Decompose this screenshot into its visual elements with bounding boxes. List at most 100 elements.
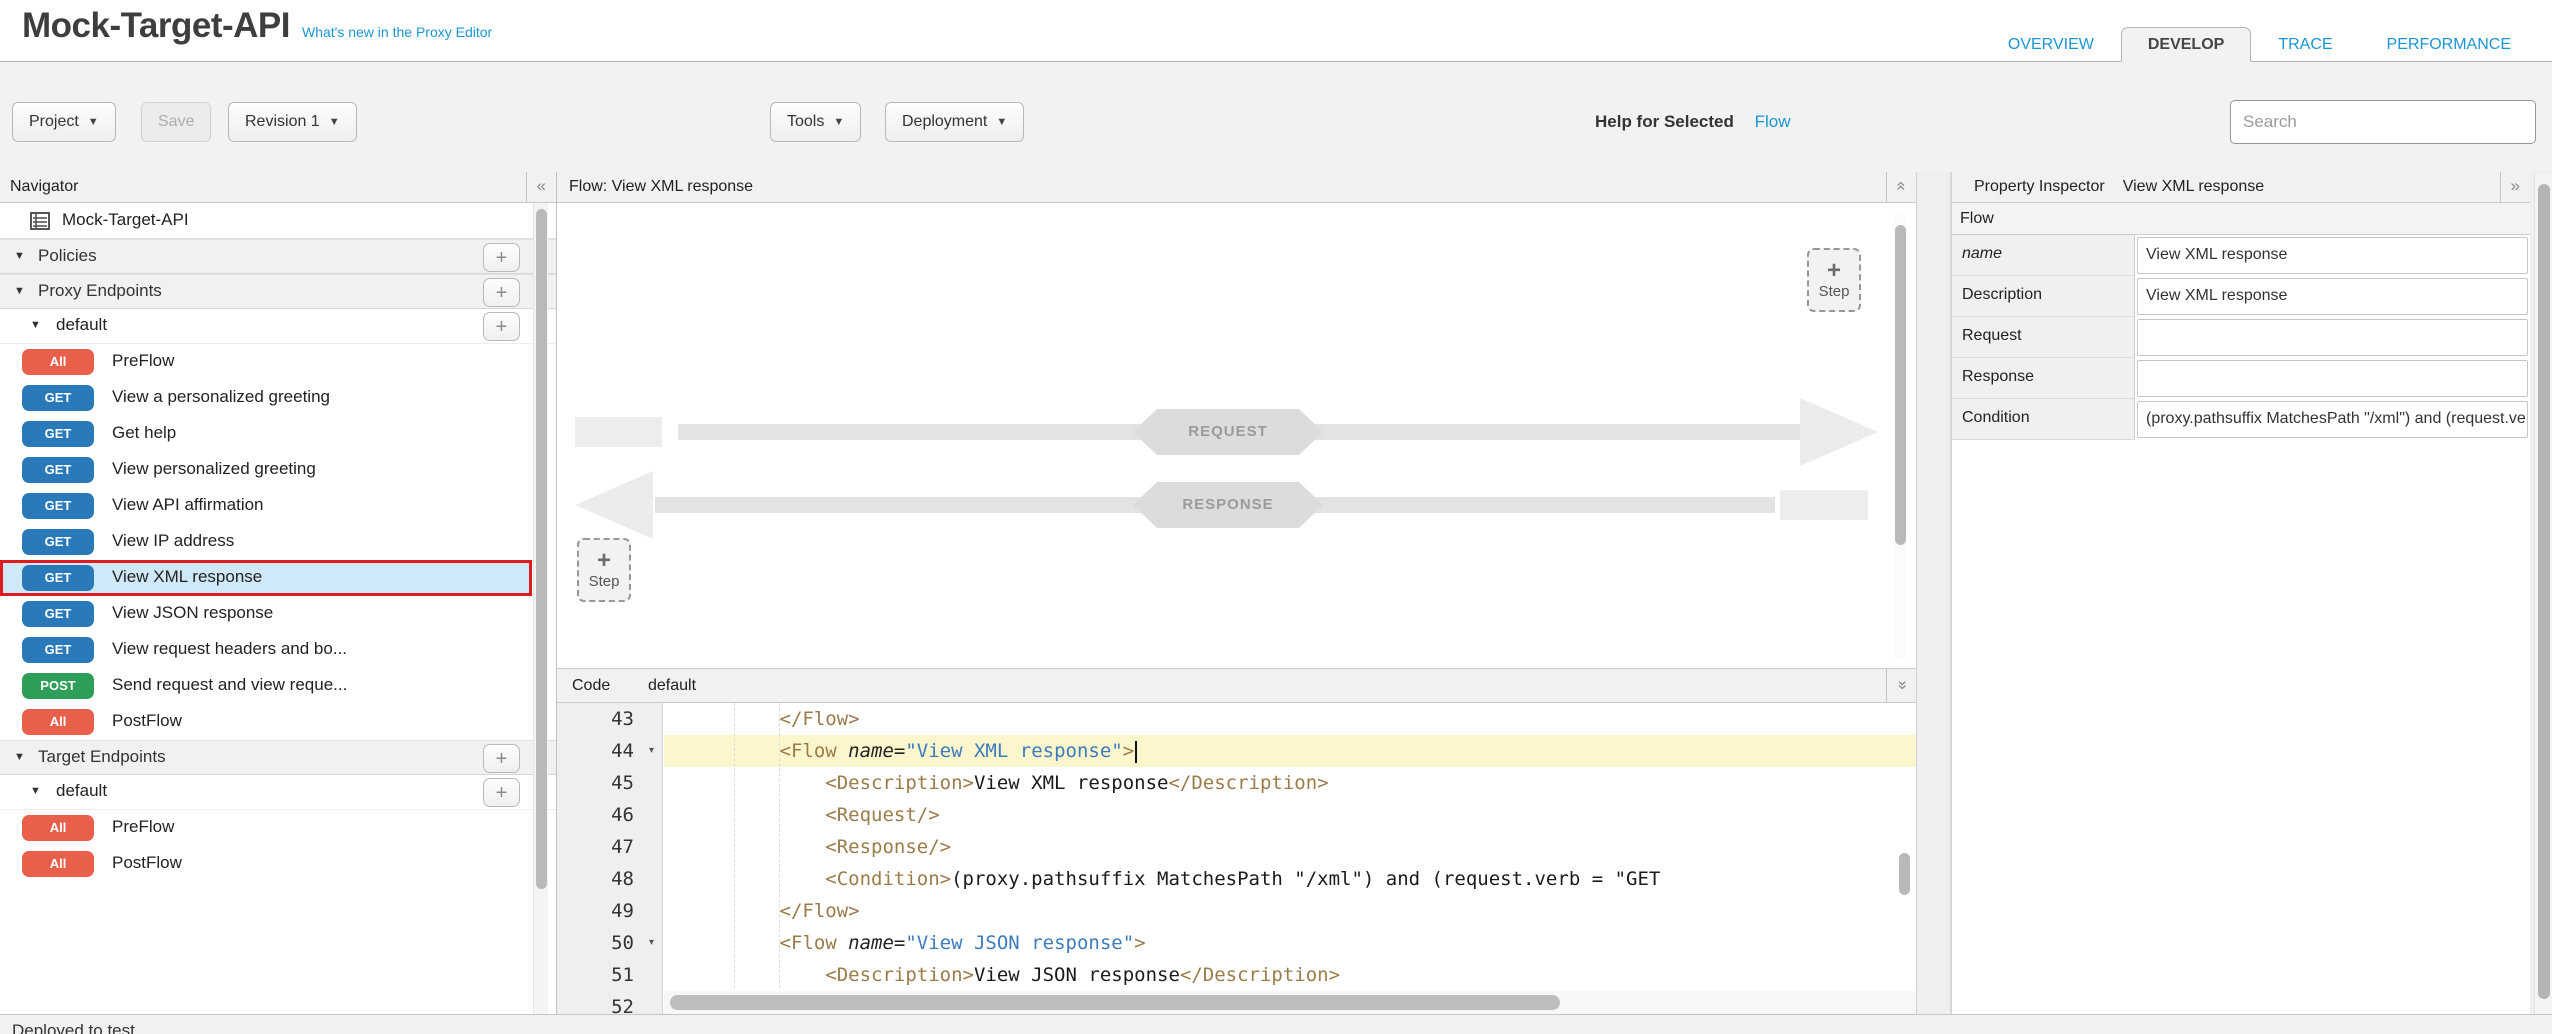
fold-arrow-icon[interactable]: ▾ bbox=[649, 735, 654, 767]
code-line[interactable]: <Description>View JSON response</Descrip… bbox=[664, 959, 1916, 991]
property-value[interactable] bbox=[2137, 360, 2528, 397]
inspector-section-label: Flow bbox=[1952, 203, 2530, 235]
collapse-arrow-icon[interactable]: ▼ bbox=[30, 319, 41, 331]
scrollbar-thumb[interactable] bbox=[536, 209, 547, 889]
property-value[interactable]: View XML response bbox=[2137, 278, 2528, 315]
code-line[interactable]: <Flow name="View JSON response"> bbox=[664, 927, 1916, 959]
scrollbar-thumb[interactable] bbox=[670, 995, 1560, 1010]
code-line[interactable]: </Flow> bbox=[664, 703, 1916, 735]
method-badge: GET bbox=[22, 565, 94, 591]
window-scrollbar[interactable] bbox=[2534, 174, 2552, 1034]
save-button[interactable]: Save bbox=[141, 102, 211, 142]
gutter-row: 43 bbox=[557, 703, 662, 735]
code-token: > bbox=[1123, 740, 1134, 762]
flow-item[interactable]: GETView a personalized greeting bbox=[0, 380, 532, 416]
request-arrowhead-icon bbox=[1800, 398, 1878, 466]
code-line[interactable]: <Response/> bbox=[664, 831, 1916, 863]
tab-trace[interactable]: TRACE bbox=[2251, 27, 2359, 62]
tab-develop[interactable]: DEVELOP bbox=[2121, 27, 2251, 62]
scrollbar-thumb[interactable] bbox=[1899, 853, 1910, 895]
code-token: </Flow> bbox=[688, 900, 860, 922]
proxy-flow-list: All PreFlow GETView a personalized greetin… bbox=[0, 344, 556, 740]
flow-item-label: View XML response bbox=[112, 567, 262, 587]
collapse-panel-icon[interactable]: « bbox=[526, 172, 546, 202]
navigator-title: Navigator bbox=[10, 178, 78, 195]
code-content[interactable]: </Flow> <Flow name="View XML response"> … bbox=[664, 703, 1916, 1014]
help-for-selected-label: Help for Selected bbox=[1595, 112, 1734, 131]
line-number: 51 bbox=[611, 959, 634, 991]
flow-item[interactable]: POSTSend request and view reque... bbox=[0, 668, 532, 704]
deployment-menu-button[interactable]: Deployment▼ bbox=[885, 102, 1024, 142]
code-gutter: 4344▾454647484950▾5152 bbox=[557, 703, 663, 1014]
fold-arrow-icon[interactable]: ▾ bbox=[649, 927, 654, 959]
method-badge: All bbox=[22, 709, 94, 735]
add-step-button-request[interactable]: + Step bbox=[577, 538, 631, 602]
code-line[interactable]: </Flow> bbox=[664, 895, 1916, 927]
tools-menu-button[interactable]: Tools▼ bbox=[770, 102, 861, 142]
add-policy-button[interactable]: + bbox=[483, 243, 520, 272]
collapse-arrow-icon[interactable]: ▼ bbox=[30, 785, 41, 797]
code-editor[interactable]: 4344▾454647484950▾5152 </Flow> <Flow nam… bbox=[557, 703, 1916, 1014]
code-token: <Flow bbox=[688, 740, 848, 762]
property-row: Response bbox=[1952, 358, 2530, 399]
property-value[interactable]: View XML response bbox=[2137, 237, 2528, 274]
add-proxy-endpoint-button[interactable]: + bbox=[483, 278, 520, 307]
tab-performance[interactable]: PERFORMANCE bbox=[2360, 27, 2538, 62]
nav-subsection-proxy-default[interactable]: ▼ default + bbox=[0, 309, 556, 344]
flow-canvas-scrollbar[interactable] bbox=[1893, 213, 1907, 658]
flow-item[interactable]: All PreFlow bbox=[0, 344, 532, 380]
property-value[interactable]: (proxy.pathsuffix MatchesPath "/xml") an… bbox=[2137, 401, 2528, 438]
flow-item[interactable]: GETView personalized greeting bbox=[0, 452, 532, 488]
editor-panel: Flow: View XML response « + Step REQUEST… bbox=[557, 172, 1917, 1014]
flow-item[interactable]: AllPreFlow bbox=[0, 810, 532, 846]
flow-item[interactable]: GET View XML response bbox=[0, 560, 532, 596]
method-badge: All bbox=[22, 349, 94, 375]
code-line[interactable]: <Request/> bbox=[664, 799, 1916, 831]
expand-panel-icon[interactable]: » bbox=[2500, 172, 2520, 202]
code-line[interactable]: <Description>View XML response</Descript… bbox=[664, 767, 1916, 799]
add-target-endpoint-button[interactable]: + bbox=[483, 744, 520, 773]
deployment-status-text: Deployed to test bbox=[12, 1021, 135, 1034]
collapse-down-icon[interactable]: « bbox=[1886, 669, 1906, 703]
navigator-header: Navigator « bbox=[0, 172, 556, 203]
help-flow-link[interactable]: Flow bbox=[1755, 112, 1791, 131]
code-vertical-scrollbar[interactable] bbox=[1899, 853, 1912, 898]
scrollbar-thumb[interactable] bbox=[2538, 184, 2550, 999]
flow-item[interactable]: GETGet help bbox=[0, 416, 532, 452]
flow-item[interactable]: GETView IP address bbox=[0, 524, 532, 560]
property-value[interactable] bbox=[2137, 319, 2528, 356]
add-step-button-response[interactable]: + Step bbox=[1807, 248, 1861, 312]
property-label: Request bbox=[1952, 317, 2135, 358]
method-badge: GET bbox=[22, 637, 94, 663]
nav-section-target-endpoints[interactable]: ▼ Target Endpoints + bbox=[0, 740, 556, 775]
whats-new-link[interactable]: What's new in the Proxy Editor bbox=[302, 24, 492, 40]
gutter-row: 46 bbox=[557, 799, 662, 831]
nav-root-label: Mock-Target-API bbox=[62, 210, 189, 230]
scrollbar-thumb[interactable] bbox=[1895, 225, 1906, 545]
flow-item-label: PreFlow bbox=[112, 351, 174, 371]
code-horizontal-scrollbar[interactable] bbox=[664, 991, 1916, 1014]
nav-section-policies[interactable]: ▼ Policies + bbox=[0, 239, 556, 274]
nav-section-proxy-endpoints[interactable]: ▼ Proxy Endpoints + bbox=[0, 274, 556, 309]
add-target-flow-button[interactable]: + bbox=[483, 778, 520, 807]
add-proxy-flow-button[interactable]: + bbox=[483, 312, 520, 341]
project-menu-button[interactable]: Project▼ bbox=[12, 102, 116, 142]
code-line[interactable]: <Flow name="View XML response"> bbox=[664, 735, 1916, 767]
collapse-arrow-icon[interactable]: ▼ bbox=[14, 285, 25, 297]
revision-menu-button[interactable]: Revision 1▼ bbox=[228, 102, 357, 142]
flow-item[interactable]: AllPostFlow bbox=[0, 704, 532, 740]
flow-item[interactable]: GETView API affirmation bbox=[0, 488, 532, 524]
collapse-up-icon[interactable]: « bbox=[1886, 172, 1906, 202]
tab-overview[interactable]: OVERVIEW bbox=[1981, 27, 2121, 62]
nav-subsection-target-default[interactable]: ▼ default + bbox=[0, 775, 556, 810]
property-row: nameView XML response bbox=[1952, 235, 2530, 276]
code-line[interactable]: <Condition>(proxy.pathsuffix MatchesPath… bbox=[664, 863, 1916, 895]
flow-item[interactable]: GETView JSON response bbox=[0, 596, 532, 632]
collapse-arrow-icon[interactable]: ▼ bbox=[14, 751, 25, 763]
navigator-scrollbar[interactable] bbox=[533, 203, 548, 1014]
search-input[interactable] bbox=[2230, 100, 2536, 144]
flow-item[interactable]: GETView request headers and bo... bbox=[0, 632, 532, 668]
flow-item[interactable]: AllPostFlow bbox=[0, 846, 532, 882]
nav-root-item[interactable]: Mock-Target-API bbox=[0, 203, 556, 239]
collapse-arrow-icon[interactable]: ▼ bbox=[14, 250, 25, 262]
